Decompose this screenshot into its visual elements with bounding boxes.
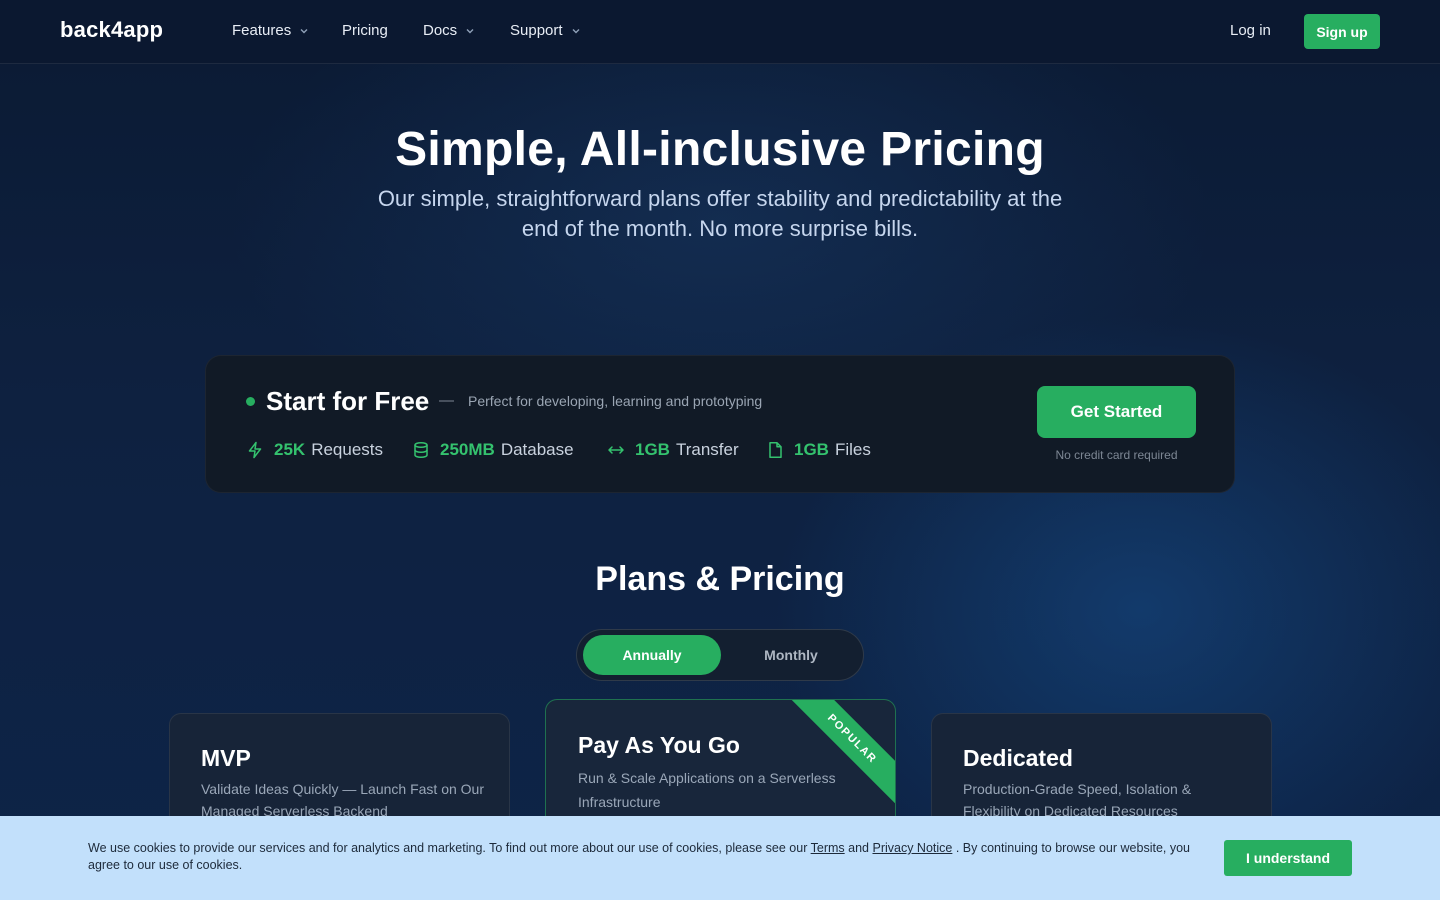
nav-features[interactable]: Features bbox=[232, 22, 309, 39]
toggle-monthly[interactable]: Monthly bbox=[723, 635, 859, 675]
plan-name: Dedicated bbox=[963, 745, 1073, 771]
cookie-text: We use cookies to provide our services a… bbox=[88, 840, 1203, 874]
plan-description: Run & Scale Applications on a Serverless… bbox=[578, 770, 836, 810]
get-started-button[interactable]: Get Started bbox=[1037, 386, 1196, 438]
nav-pricing[interactable]: Pricing bbox=[342, 22, 388, 39]
status-dot bbox=[246, 397, 255, 406]
top-nav: back4app Features Pricing Docs Support L… bbox=[0, 0, 1440, 64]
no-credit-card-note: No credit card required bbox=[1055, 448, 1178, 462]
nav-docs-label: Docs bbox=[423, 22, 458, 39]
plans-title: Plans & Pricing bbox=[595, 560, 845, 598]
nav-support-label: Support bbox=[510, 22, 563, 39]
feature-transfer: 1GB Transfer bbox=[607, 440, 739, 460]
feature-database: 250MB Database bbox=[412, 440, 574, 460]
login-link[interactable]: Log in bbox=[1230, 22, 1271, 39]
bolt-icon bbox=[248, 441, 262, 459]
feature-value: 1GB bbox=[635, 440, 670, 459]
chevron-down-icon bbox=[572, 28, 580, 33]
separator-dash: — bbox=[439, 392, 454, 409]
plan-name: MVP bbox=[201, 745, 251, 771]
file-icon bbox=[769, 442, 782, 458]
feature-files: 1GB Files bbox=[766, 440, 871, 460]
cookie-text-intro: We use cookies to provide our services a… bbox=[88, 841, 811, 855]
cookie-banner: We use cookies to provide our services a… bbox=[0, 816, 1440, 900]
hero-subtitle: Our simple, straightforward plans offer … bbox=[377, 186, 1063, 241]
free-tier-card: Start for Free — Perfect for developing,… bbox=[205, 355, 1235, 493]
free-tier-description: Perfect for developing, learning and pro… bbox=[468, 393, 763, 409]
privacy-notice-link[interactable]: Privacy Notice bbox=[872, 841, 952, 855]
chevron-down-icon bbox=[300, 28, 308, 33]
free-tier-title: Start for Free bbox=[266, 386, 430, 416]
cookie-text-and: and bbox=[844, 841, 873, 855]
nav-features-label: Features bbox=[232, 22, 292, 39]
page-title: Simple, All-inclusive Pricing bbox=[395, 123, 1045, 176]
feature-label: Files bbox=[834, 440, 871, 459]
cookie-accept-button[interactable]: I understand bbox=[1224, 840, 1352, 876]
nav-pricing-label: Pricing bbox=[342, 22, 388, 39]
feature-value: 250MB bbox=[440, 440, 495, 459]
chevron-down-icon bbox=[466, 28, 474, 33]
signup-button[interactable]: Sign up bbox=[1304, 14, 1380, 49]
feature-label: Database bbox=[500, 440, 574, 459]
feature-value: 25K bbox=[274, 440, 306, 459]
terms-link[interactable]: Terms bbox=[811, 841, 845, 855]
feature-requests: 25K Requests bbox=[246, 440, 383, 460]
nav-docs[interactable]: Docs bbox=[423, 22, 475, 39]
feature-label: Transfer bbox=[675, 440, 739, 459]
logo[interactable]: back4app bbox=[60, 17, 163, 43]
database-icon bbox=[414, 441, 428, 459]
feature-label: Requests bbox=[311, 440, 384, 459]
feature-value: 1GB bbox=[794, 440, 829, 459]
plan-name: Pay As You Go bbox=[578, 732, 740, 758]
nav-support[interactable]: Support bbox=[510, 22, 581, 39]
billing-toggle: Annually Monthly bbox=[576, 629, 864, 681]
toggle-annually[interactable]: Annually bbox=[583, 635, 721, 675]
arrows-horizontal-icon bbox=[608, 446, 624, 454]
